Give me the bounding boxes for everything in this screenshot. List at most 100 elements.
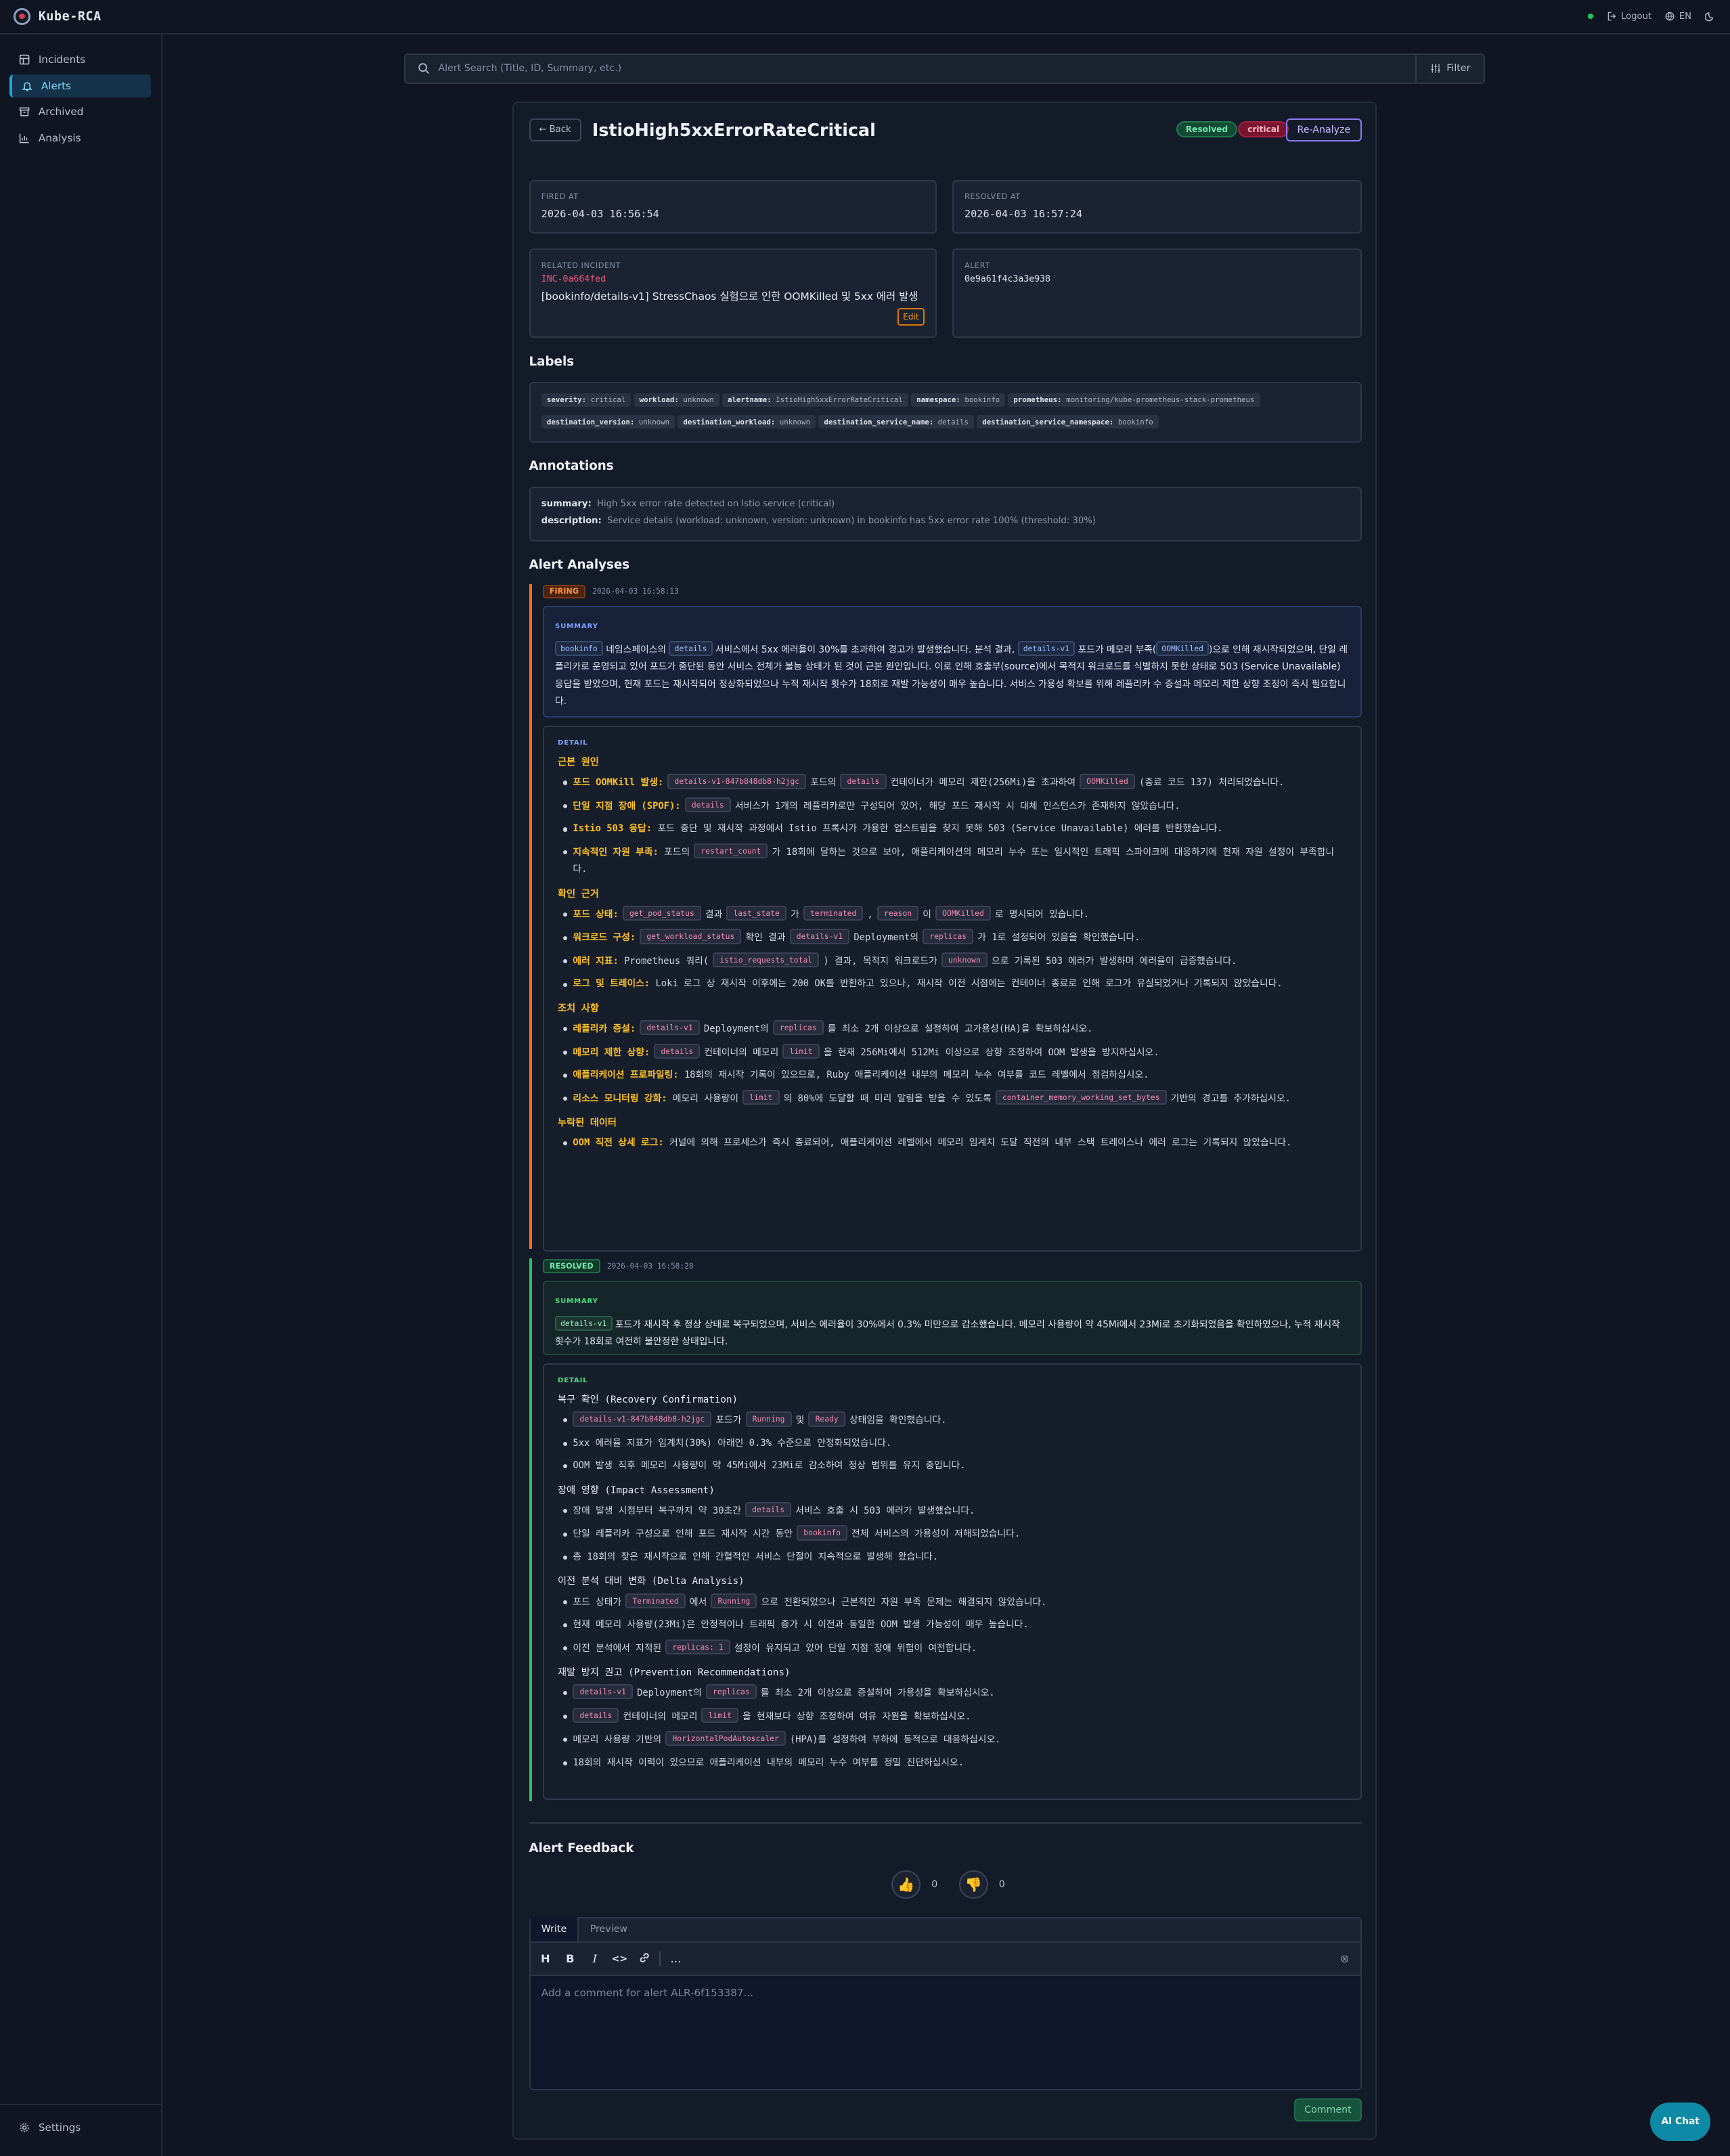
sidebar-item-alerts[interactable]: Alerts — [9, 74, 152, 98]
label-tag: destination_workload: unknown — [678, 415, 816, 429]
grid-icon — [20, 54, 30, 65]
thumbs-down-count: 0 — [998, 1879, 1005, 1891]
annotations-heading: Annotations — [529, 458, 614, 473]
tab-preview[interactable]: Preview — [579, 1917, 638, 1942]
gear-icon — [20, 2123, 30, 2132]
annotation-summary: summary: High 5xx error rate detected on… — [541, 498, 835, 509]
connection-status-dot — [1588, 14, 1594, 20]
bell-icon — [22, 82, 33, 91]
list-item: 에러 지표: Prometheus 쿼리(istio_requests_tota… — [563, 952, 1346, 970]
label-tag: namespace: bookinfo — [911, 393, 1006, 407]
fired-at-box: FIRED AT 2026-04-03 16:56:54 — [529, 179, 937, 234]
annotations-box: summary: High 5xx error rate detected on… — [529, 486, 1362, 542]
clear-icon[interactable]: ⊗ — [1340, 1952, 1355, 1965]
alert-search-bar: Alert Search (Title, ID, Summary, etc.) … — [403, 53, 1486, 84]
code-button[interactable]: <> — [610, 1954, 629, 1964]
list-item: Istio 503 응답: 포드 중단 및 재시작 과정에서 Istio 프록시… — [563, 820, 1346, 837]
list-item: 포드 상태: get_pod_status 결과 last_state 가 termina… — [563, 905, 1346, 923]
label-tag: destination_service_namespace: bookinfo — [977, 415, 1159, 429]
tab-write[interactable]: Write — [530, 1916, 579, 1942]
filter-button[interactable]: Filter — [1415, 55, 1484, 83]
label-tag: alertname: IstioHigh5xxErrorRateCritical — [722, 393, 908, 407]
bold-button[interactable]: B — [560, 1952, 579, 1965]
chart-icon — [20, 133, 30, 144]
analysis-state-badge: RESOLVED — [542, 1259, 600, 1273]
list-item: 메모리 제한 상향: details 컨테이너의 메모리 limit 을 현재 256M… — [563, 1043, 1346, 1061]
label-tag: destination_service_name: details — [818, 415, 975, 429]
thumbs-up-button[interactable]: 👍 — [891, 1870, 921, 1899]
link-button[interactable] — [635, 1952, 654, 1966]
thumbs-up-icon: 👍 — [897, 1876, 915, 1893]
italic-button[interactable]: I — [585, 1952, 604, 1965]
arrow-left-icon: ← — [539, 125, 547, 135]
thumbs-down-button[interactable]: 👎 — [958, 1870, 988, 1899]
list-item: details-v1-847b848db8-h2jgc 포드가 Running 및 Re… — [563, 1411, 1346, 1429]
reanalyze-button[interactable]: Re-Analyze — [1286, 118, 1362, 142]
search-icon — [418, 63, 430, 74]
top-bar: Kube-RCA Logout EN — [0, 0, 1730, 35]
analysis-state-badge: FIRING — [542, 584, 585, 599]
list-item: details-v1 Deployment의 replicas 를 최소 2개 이상으… — [563, 1684, 1346, 1702]
sidebar-item-settings[interactable]: Settings — [9, 2116, 151, 2140]
list-item: 리소스 모니터링 강화: 메모리 사용량이 limit 의 80%에 도달할 때 미… — [563, 1089, 1346, 1107]
analysis-summary: SUMMARY bookinfo 네임스페이스의 details 서비스에서 5… — [542, 606, 1362, 718]
analysis-timestamp: 2026-04-03 16:58:28 — [606, 1262, 694, 1271]
resolved-at-box: RESOLVED AT 2026-04-03 16:57:24 — [952, 179, 1362, 234]
comment-button[interactable]: Comment — [1294, 2098, 1362, 2122]
archive-icon — [20, 107, 30, 116]
annotation-description: description: Service details (workload: … — [541, 515, 1096, 526]
sidebar-item-archived[interactable]: Archived — [9, 100, 151, 124]
related-incident-box: RELATED INCIDENT INC-0a664fed [bookinfo/… — [529, 248, 937, 338]
label-tag: destination_version: unknown — [541, 415, 675, 429]
list-item: OOM 발생 직후 메모리 사용량이 약 45Mi에서 23Mi로 감소하여 정… — [563, 1457, 1346, 1474]
analysis-detail: DETAIL 근본 원인 포드 OOMKill 발생: details-v1-84… — [542, 725, 1362, 1252]
language-selector[interactable]: EN — [1665, 12, 1691, 22]
list-item: 이전 분석에서 지적된 replicas: 1 설정이 유지되고 있어 단일 지점 … — [563, 1639, 1346, 1657]
analysis-summary: SUMMARY details-v1 포드가 재시작 후 정상 상태로 복구되었… — [542, 1280, 1362, 1355]
list-item: details 컨테이너의 메모리 limit 을 현재보다 상향 조정하여 여유 자… — [563, 1707, 1346, 1725]
list-item: 워크로드 구성: get_workload_status 확인 결과 details-… — [563, 929, 1346, 946]
incident-title: [bookinfo/details-v1] StressChaos 실험으로 인… — [541, 290, 918, 303]
list-item: 지속적인 자원 부족: 포드의 restart_count 가 18회에 달하는 것… — [563, 843, 1346, 879]
incident-id-link[interactable]: INC-0a664fed — [541, 274, 925, 284]
edit-incident-button[interactable]: Edit — [897, 307, 925, 326]
list-item: 18회의 재시작 이력이 있으므로 애플리케이션 내부의 메모리 누수 여부를 … — [563, 1755, 1346, 1772]
list-item: OOM 직전 상세 로그: 커널에 의해 프로세스가 즉시 종료되어, 애플리케… — [563, 1135, 1346, 1151]
kube-rca-logo-icon — [14, 8, 30, 25]
analysis-resolved: RESOLVED 2026-04-03 16:58:28 SUMMARY deta… — [529, 1258, 1362, 1802]
comment-textarea[interactable]: Add a comment for alert ALR-6f153387... — [531, 1976, 1360, 2010]
label-tag: severity: critical — [541, 393, 631, 407]
list-item: 총 18회의 잦은 재시작으로 인해 간헐적인 서비스 단절이 지속적으로 발생… — [563, 1549, 1346, 1566]
feedback-votes: 👍 0 👎 0 — [891, 1870, 1005, 1899]
more-options-button[interactable]: … — [666, 1952, 685, 1965]
alert-detail-card: ← Back IstioHigh5xxErrorRateCritical Reso… — [512, 102, 1377, 2140]
logout-button[interactable]: Logout — [1607, 12, 1651, 22]
heading-button[interactable]: H — [536, 1952, 555, 1965]
labels-heading: Labels — [529, 354, 575, 369]
analysis-firing: FIRING 2026-04-03 16:58:13 SUMMARY bookin… — [529, 584, 1362, 1252]
list-item: 애플리케이션 프로파일링: 18회의 재시작 기록이 있으므로, Ruby 애플… — [563, 1067, 1346, 1084]
label-tag: workload: unknown — [634, 393, 719, 407]
ai-chat-button[interactable]: AI Chat — [1650, 2102, 1711, 2141]
search-input[interactable]: Alert Search (Title, ID, Summary, etc.) — [405, 62, 1415, 74]
alert-id-box: ALERT 0e9a61f4c3a3e938 — [952, 248, 1362, 338]
list-item: 포드 OOMKill 발생: details-v1-847b848db8-h2jg… — [563, 774, 1346, 791]
list-item: 단일 지점 장애 (SPOF): details 서비스가 1개의 레플리카로만 구… — [563, 797, 1346, 815]
list-item: 단일 레플리카 구성으로 인해 포드 재시작 시간 동안 bookinfo 전체 서… — [563, 1525, 1346, 1543]
resolved-at-value: 2026-04-03 16:57:24 — [964, 208, 1083, 221]
list-item: 메모리 사용량 기반의 HorizontalPodAutoscaler (HPA)를… — [563, 1731, 1346, 1748]
comment-editor: Write Preview H B I <> … ⊗ Add a comment… — [529, 1916, 1362, 2090]
back-button[interactable]: ← Back — [529, 118, 581, 142]
list-item: 현재 메모리 사용량(23Mi)은 안정적이나 트래픽 증가 시 이전과 동일한… — [563, 1616, 1346, 1633]
globe-icon — [1666, 12, 1674, 21]
moon-icon — [1705, 12, 1714, 22]
list-item: 레플리카 증설: details-v1 Deployment의 replicas 를 최… — [563, 1020, 1346, 1038]
label-tag: prometheus: monitoring/kube-prometheus-s… — [1008, 393, 1260, 407]
sidebar-item-incidents[interactable]: Incidents — [9, 48, 151, 72]
severity-badge: critical — [1237, 120, 1289, 137]
brand-name: Kube-RCA — [38, 9, 102, 24]
sidebar-item-analysis[interactable]: Analysis — [9, 127, 151, 150]
theme-toggle[interactable] — [1705, 11, 1716, 22]
alert-title: IstioHigh5xxErrorRateCritical — [592, 119, 876, 140]
logout-icon — [1607, 12, 1616, 21]
